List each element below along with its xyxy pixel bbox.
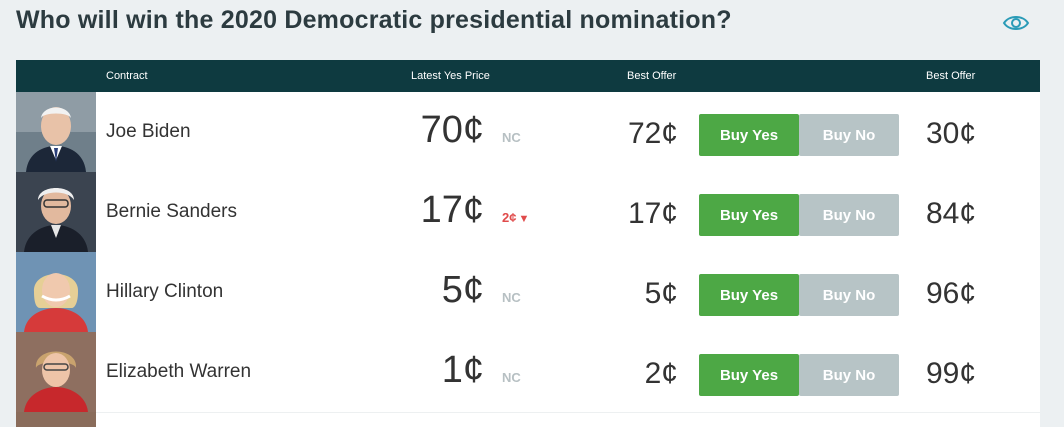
price-change: NC bbox=[502, 130, 521, 145]
contract-name[interactable]: Joe Biden bbox=[106, 121, 191, 143]
header-best-offer-no: Best Offer bbox=[926, 70, 976, 82]
table-header: Contract Latest Yes Price Best Offer Bes… bbox=[16, 60, 1040, 92]
candidate-photo bbox=[16, 92, 96, 172]
price-change-value: 2¢ bbox=[502, 210, 517, 225]
latest-yes-price: 70¢ bbox=[420, 109, 484, 151]
arrow-down-icon: ▼ bbox=[518, 213, 530, 225]
best-offer-no: 99¢ bbox=[926, 357, 977, 390]
latest-yes-price: 1¢ bbox=[441, 349, 484, 391]
best-offer-no: 84¢ bbox=[926, 197, 977, 230]
best-offer-yes: 72¢ bbox=[627, 117, 678, 150]
header-best-offer-yes: Best Offer bbox=[627, 70, 677, 82]
best-offer-yes: 2¢ bbox=[644, 357, 678, 390]
best-offer-no: 30¢ bbox=[926, 117, 977, 150]
market-table: Contract Latest Yes Price Best Offer Bes… bbox=[16, 60, 1040, 427]
buy-yes-button[interactable]: Buy Yes bbox=[699, 354, 799, 396]
candidate-photo bbox=[16, 252, 96, 332]
buy-no-button[interactable]: Buy No bbox=[799, 274, 899, 316]
price-change: NC bbox=[502, 370, 521, 385]
table-row[interactable]: Joe Biden 70¢ NC 72¢ Buy Yes Buy No 30¢ bbox=[16, 92, 1040, 173]
eye-icon[interactable] bbox=[1002, 12, 1030, 34]
buy-yes-button[interactable]: Buy Yes bbox=[699, 114, 799, 156]
contract-name[interactable]: Elizabeth Warren bbox=[106, 361, 251, 383]
candidate-photo bbox=[16, 412, 96, 427]
buy-yes-button[interactable]: Buy Yes bbox=[699, 194, 799, 236]
candidate-photo bbox=[16, 332, 96, 412]
buy-no-button[interactable]: Buy No bbox=[799, 354, 899, 396]
table-row[interactable]: Elizabeth Warren 1¢ NC 2¢ Buy Yes Buy No… bbox=[16, 332, 1040, 413]
buy-no-button[interactable]: Buy No bbox=[799, 194, 899, 236]
buy-no-button[interactable]: Buy No bbox=[799, 114, 899, 156]
price-change: NC bbox=[502, 290, 521, 305]
best-offer-no: 96¢ bbox=[926, 277, 977, 310]
table-row[interactable]: Bernie Sanders 17¢ 2¢ ▼ 17¢ Buy Yes Buy N… bbox=[16, 172, 1040, 253]
contract-name[interactable]: Bernie Sanders bbox=[106, 201, 237, 223]
latest-yes-price: 5¢ bbox=[441, 269, 484, 311]
table-row[interactable]: Hillary Clinton 5¢ NC 5¢ Buy Yes Buy No … bbox=[16, 252, 1040, 333]
best-offer-yes: 5¢ bbox=[644, 277, 678, 310]
page-title: Who will win the 2020 Democratic preside… bbox=[16, 6, 732, 34]
price-change: 2¢ ▼ bbox=[502, 210, 529, 225]
contract-name[interactable]: Hillary Clinton bbox=[106, 281, 223, 303]
buy-yes-button[interactable]: Buy Yes bbox=[699, 274, 799, 316]
header-contract: Contract bbox=[106, 70, 148, 82]
header-latest-yes-price: Latest Yes Price bbox=[411, 70, 490, 82]
best-offer-yes: 17¢ bbox=[627, 197, 678, 230]
latest-yes-price: 17¢ bbox=[420, 189, 484, 231]
candidate-photo bbox=[16, 172, 96, 252]
